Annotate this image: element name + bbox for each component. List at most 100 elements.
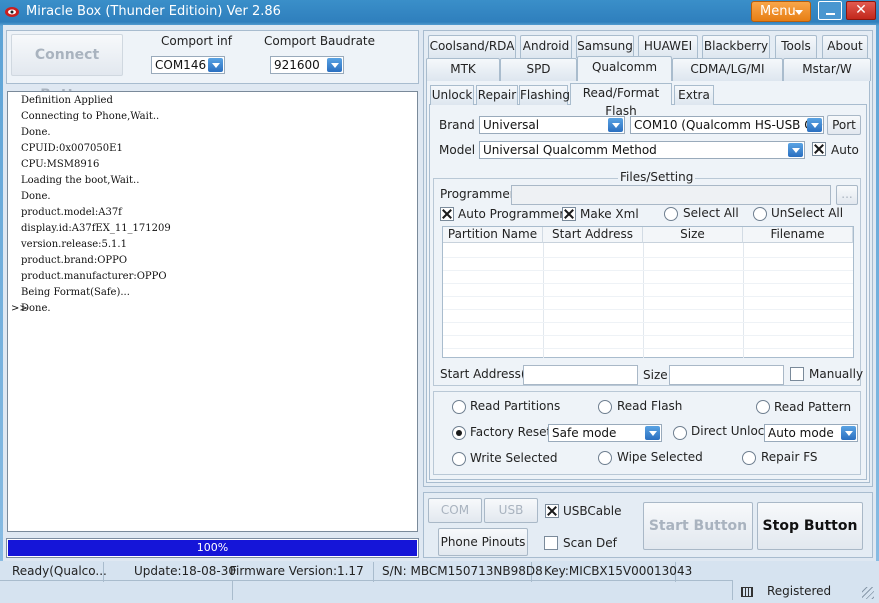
scan-def-checkbox[interactable]: [544, 536, 558, 550]
console-line: Definition Applied: [21, 95, 113, 106]
wipe-selected-radio[interactable]: [598, 451, 612, 465]
repair-fs-radio[interactable]: [742, 451, 756, 465]
unselect-all-radio[interactable]: [753, 207, 767, 221]
direct-unlock-radio[interactable]: [673, 426, 687, 440]
comport-inf-select[interactable]: COM146: [151, 56, 225, 74]
model-label: Model :: [439, 143, 483, 157]
brand-label: Brand :: [439, 118, 483, 132]
console-line: version.release:5.1.1: [21, 239, 127, 250]
grid-divider: [543, 243, 544, 358]
manually-label: Manually: [809, 367, 864, 381]
chevron-down-icon: [608, 118, 623, 132]
minimize-button[interactable]: [818, 1, 842, 20]
grid-row-line: [443, 335, 853, 336]
select-all-radio[interactable]: [664, 207, 678, 221]
title-bar[interactable]: Miracle Box (Thunder Editioin) Ver 2.86 …: [0, 0, 879, 26]
write-selected-radio[interactable]: [452, 452, 466, 466]
tab-coolsand-rda[interactable]: Coolsand/RDA: [428, 35, 516, 58]
repair-fs-label: Repair FS: [761, 450, 818, 464]
grid-divider: [643, 243, 644, 358]
window-title: Miracle Box (Thunder Editioin) Ver 2.86: [26, 4, 281, 19]
read-partitions-radio[interactable]: [452, 400, 466, 414]
tab-cdma-lg-mi[interactable]: CDMA/LG/MI: [672, 58, 783, 81]
status-key: Key:MICBX15V00013043: [538, 562, 692, 582]
usb-cable-label: USBCable: [563, 504, 622, 518]
grid-row-line: [443, 257, 853, 258]
start-address-input[interactable]: [523, 365, 638, 385]
tab-tools[interactable]: Tools: [775, 35, 817, 58]
programmer-browse-button[interactable]: ...: [836, 185, 858, 205]
brand-value: Universal: [483, 118, 540, 132]
make-xml-checkbox[interactable]: [562, 207, 576, 221]
auto-programmer-label: Auto Programmer: [458, 207, 565, 221]
comport-baud-select[interactable]: 921600: [270, 56, 344, 74]
read-pattern-radio[interactable]: [756, 400, 770, 414]
direct-unlock-label: Direct Unlock: [691, 424, 772, 438]
subtab-unlock[interactable]: Unlock: [430, 85, 474, 105]
manually-checkbox[interactable]: [790, 367, 804, 381]
comport-baud-value: 921600: [274, 58, 320, 72]
usb-cable-checkbox[interactable]: [545, 504, 559, 518]
column-header[interactable]: Filename: [743, 227, 853, 243]
stop-button[interactable]: Stop Button: [757, 502, 863, 550]
column-header[interactable]: Start Address: [543, 227, 643, 243]
status-update: Update:18-08-30: [134, 564, 236, 578]
console-line: product.manufacturer:OPPO: [21, 271, 167, 282]
log-console[interactable]: Definition Applied Connecting to Phone,Wa…: [7, 91, 418, 532]
model-value: Universal Qualcomm Method: [483, 143, 657, 157]
tab-blackberry[interactable]: Blackberry: [702, 35, 770, 58]
grid-divider: [743, 243, 744, 358]
factory-reset-radio[interactable]: [452, 426, 466, 440]
tab-mstar-w[interactable]: Mstar/W: [783, 58, 871, 81]
tab-mtk[interactable]: MTK: [426, 58, 500, 81]
com-scan-button[interactable]: COM Scan: [428, 498, 482, 540]
progress-label: 100%: [196, 541, 229, 554]
programmer-input[interactable]: [511, 185, 831, 205]
read-flash-label: Read Flash: [617, 399, 683, 413]
read-pattern-label: Read Pattern: [774, 400, 852, 414]
chevron-down-icon: [645, 426, 660, 440]
factory-mode-select[interactable]: Safe mode: [548, 424, 662, 442]
tab-about[interactable]: About: [822, 35, 868, 58]
subtab-flashing[interactable]: Flashing: [519, 85, 570, 105]
grid-row-line: [443, 309, 853, 310]
auto-checkbox[interactable]: [812, 142, 826, 156]
programmer-label: Programmer:: [440, 187, 519, 201]
auto-programmer-checkbox[interactable]: [440, 207, 454, 221]
column-header[interactable]: Size: [643, 227, 743, 243]
usb-scan-button[interactable]: USB Scan: [484, 498, 538, 540]
tab-android[interactable]: Android: [520, 35, 572, 58]
port-select[interactable]: COM10 (Qualcomm HS-USB QDLoa: [630, 116, 824, 134]
port-button[interactable]: Port: [827, 115, 861, 135]
read-flash-radio[interactable]: [598, 400, 612, 414]
grid-row-line: [443, 322, 853, 323]
direct-mode-select[interactable]: Auto mode: [764, 424, 858, 442]
column-header[interactable]: Partition Name: [443, 227, 543, 243]
connect-button[interactable]: Connect Button: [11, 34, 123, 103]
model-select[interactable]: Universal Qualcomm Method: [479, 141, 805, 159]
phone-pinouts-button[interactable]: Phone Pinouts: [438, 528, 528, 556]
auto-label: Auto: [831, 143, 859, 157]
chevron-down-icon: [795, 10, 803, 15]
chevron-down-icon: [807, 118, 822, 132]
console-line: display.id:A37fEX_11_171209: [21, 223, 171, 234]
subtab-repair[interactable]: Repair: [476, 85, 518, 105]
grid-row-line: [443, 270, 853, 271]
tab-huawei[interactable]: HUAWEI: [638, 35, 698, 58]
console-line: product.model:A37f: [21, 207, 122, 218]
subtab-read-format-flash[interactable]: Read/Format Flash: [570, 83, 672, 118]
console-line: Being Format(Safe)...: [21, 287, 130, 298]
size-input[interactable]: [669, 365, 784, 385]
close-button[interactable]: ✕: [846, 1, 876, 20]
select-all-label: Select All: [683, 206, 739, 220]
menu-button[interactable]: Menu: [751, 1, 811, 22]
direct-mode-value: Auto mode: [768, 426, 834, 440]
resize-grip-icon[interactable]: [862, 587, 874, 599]
partition-table[interactable]: Partition Name Start Address Size Filename: [442, 226, 854, 358]
brand-select[interactable]: Universal: [479, 116, 625, 134]
tab-spd[interactable]: SPD: [500, 58, 577, 81]
subtab-extra[interactable]: Extra: [674, 85, 714, 105]
start-button[interactable]: Start Button: [643, 502, 753, 550]
tab-samsung[interactable]: Samsung: [576, 35, 634, 58]
tab-qualcomm[interactable]: Qualcomm: [577, 56, 672, 81]
